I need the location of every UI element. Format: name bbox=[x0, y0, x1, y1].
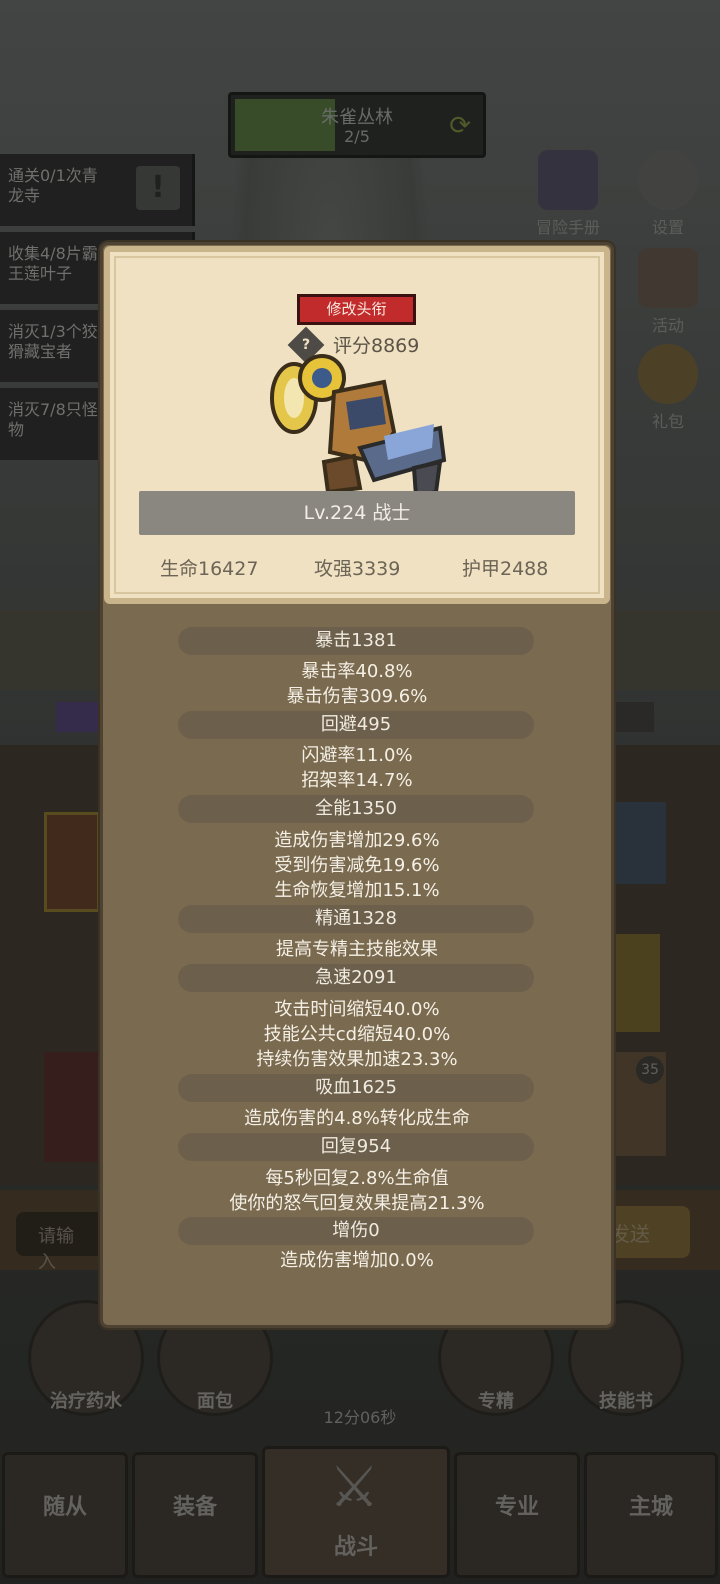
stat-line: 暴击伤害309.6% bbox=[286, 686, 428, 707]
rename-title-button[interactable]: 修改头衔 bbox=[297, 294, 416, 325]
stat-line: 招架率14.7% bbox=[301, 770, 413, 791]
level-class-bar: Lv.224 战士 bbox=[139, 491, 575, 535]
stat-header-mastery: 精通1328 bbox=[178, 905, 534, 933]
stat-line: 受到伤害减免19.6% bbox=[274, 855, 440, 876]
stat-line: 暴击率40.8% bbox=[301, 661, 413, 682]
stat-line: 造成伤害的4.8%转化成生命 bbox=[244, 1108, 470, 1129]
armor-stat: 护甲2488 bbox=[462, 558, 549, 580]
stat-header-avoidance: 回避495 bbox=[178, 711, 534, 739]
stat-line: 提高专精主技能效果 bbox=[276, 939, 438, 960]
stat-header-versatility: 全能1350 bbox=[178, 795, 534, 823]
stat-line: 技能公共cd缩短40.0% bbox=[263, 1024, 451, 1045]
attack-stat: 攻强3339 bbox=[314, 558, 401, 580]
stat-line: 闪避率11.0% bbox=[301, 745, 413, 766]
stat-header-damage-bonus: 增伤0 bbox=[178, 1217, 534, 1245]
warrior-character-sprite bbox=[270, 354, 447, 499]
stat-line: 造成伤害增加29.6% bbox=[274, 830, 440, 851]
stat-line: 每5秒回复2.8%生命值 bbox=[265, 1168, 449, 1189]
stat-line: 生命恢复增加15.1% bbox=[274, 880, 440, 901]
stat-line: 持续伤害效果加速23.3% bbox=[256, 1049, 458, 1070]
stat-line: 造成伤害增加0.0% bbox=[280, 1250, 434, 1271]
hp-stat: 生命16427 bbox=[160, 558, 259, 580]
stat-header-regen: 回复954 bbox=[178, 1133, 534, 1161]
stat-header-haste: 急速2091 bbox=[178, 964, 534, 992]
stat-header-crit: 暴击1381 bbox=[178, 627, 534, 655]
stat-header-lifesteal: 吸血1625 bbox=[178, 1074, 534, 1102]
stat-line: 攻击时间缩短40.0% bbox=[274, 999, 440, 1020]
stat-line: 使你的怒气回复效果提高21.3% bbox=[229, 1193, 485, 1214]
